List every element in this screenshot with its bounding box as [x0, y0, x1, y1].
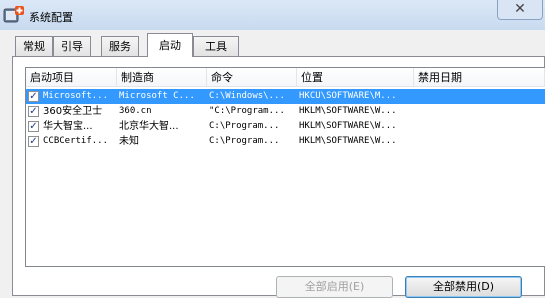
list-item[interactable]: ✓ 360安全卫士 360.cn "C:\Program... HKLM\SOF… [26, 104, 545, 119]
item-location: HKLM\SOFTWARE\W... [299, 121, 397, 131]
title-bar: 系统配置 ✕ [0, 0, 545, 30]
checkmark-icon: ✓ [29, 106, 38, 117]
item-command: C:\Windows\... [209, 91, 285, 101]
item-name: 360安全卫士 [43, 106, 103, 117]
list-header: 启动项目 制造商 命令 位置 禁用日期 [26, 68, 545, 88]
list-item[interactable]: ✓ CCBCertif... 未知 C:\Program... HKLM\SOF… [26, 134, 545, 149]
item-maker: 360.cn [119, 106, 152, 116]
checkmark-icon: ✓ [29, 121, 38, 132]
column-header-disabled-date[interactable]: 禁用日期 [414, 68, 545, 87]
item-disabled-date [416, 104, 543, 119]
item-command: C:\Program... [209, 136, 280, 146]
checkbox[interactable]: ✓ [28, 121, 39, 132]
item-location: HKLM\SOFTWARE\W... [299, 106, 397, 116]
item-name: 华大智宝... [43, 121, 93, 132]
checkbox[interactable]: ✓ [28, 136, 39, 147]
item-location: HKLM\SOFTWARE\W... [299, 136, 397, 146]
enable-all-button[interactable]: 全部启用(E) [276, 276, 393, 298]
item-disabled-date [416, 119, 543, 134]
item-name: Microsoft... [43, 91, 109, 101]
item-disabled-date [416, 134, 543, 149]
tab-startup[interactable]: 启动 [147, 33, 193, 57]
startup-list[interactable]: 启动项目 制造商 命令 位置 禁用日期 ✓ Microsoft... Micro… [25, 67, 545, 267]
item-name: CCBCertif... [43, 136, 109, 146]
tab-tools[interactable]: 工具 [193, 36, 239, 56]
checkbox[interactable]: ✓ [28, 91, 39, 102]
tab-general[interactable]: 常规 [15, 36, 53, 56]
startup-panel: 启动项目 制造商 命令 位置 禁用日期 ✓ Microsoft... Micro… [12, 56, 545, 296]
item-disabled-date [416, 89, 543, 104]
list-item[interactable]: ✓ 华大智宝... 北京华大智... C:\Program... HKLM\SO… [26, 119, 545, 134]
item-maker: Microsoft C... [119, 91, 195, 101]
checkmark-icon: ✓ [29, 91, 38, 102]
column-header-location[interactable]: 位置 [297, 68, 414, 87]
close-icon: ✕ [514, 1, 526, 17]
item-command: C:\Program... [209, 121, 280, 131]
item-location: HKCU\SOFTWARE\M... [299, 91, 397, 101]
tab-boot[interactable]: 引导 [53, 36, 91, 56]
disable-all-button[interactable]: 全部禁用(D) [405, 276, 522, 298]
close-button[interactable]: ✕ [497, 0, 543, 20]
checkmark-icon: ✓ [29, 136, 38, 147]
window-title: 系统配置 [29, 11, 73, 24]
column-header-maker[interactable]: 制造商 [117, 68, 207, 87]
tab-services[interactable]: 服务 [101, 36, 139, 56]
checkbox[interactable]: ✓ [28, 106, 39, 117]
list-item[interactable]: ✓ Microsoft... Microsoft C... C:\Windows… [26, 89, 545, 104]
column-header-item[interactable]: 启动项目 [26, 68, 117, 87]
item-maker: 未知 [119, 136, 139, 147]
item-command: "C:\Program... [209, 106, 285, 116]
msconfig-icon [3, 6, 25, 24]
column-header-command[interactable]: 命令 [207, 68, 297, 87]
item-maker: 北京华大智... [119, 121, 179, 132]
